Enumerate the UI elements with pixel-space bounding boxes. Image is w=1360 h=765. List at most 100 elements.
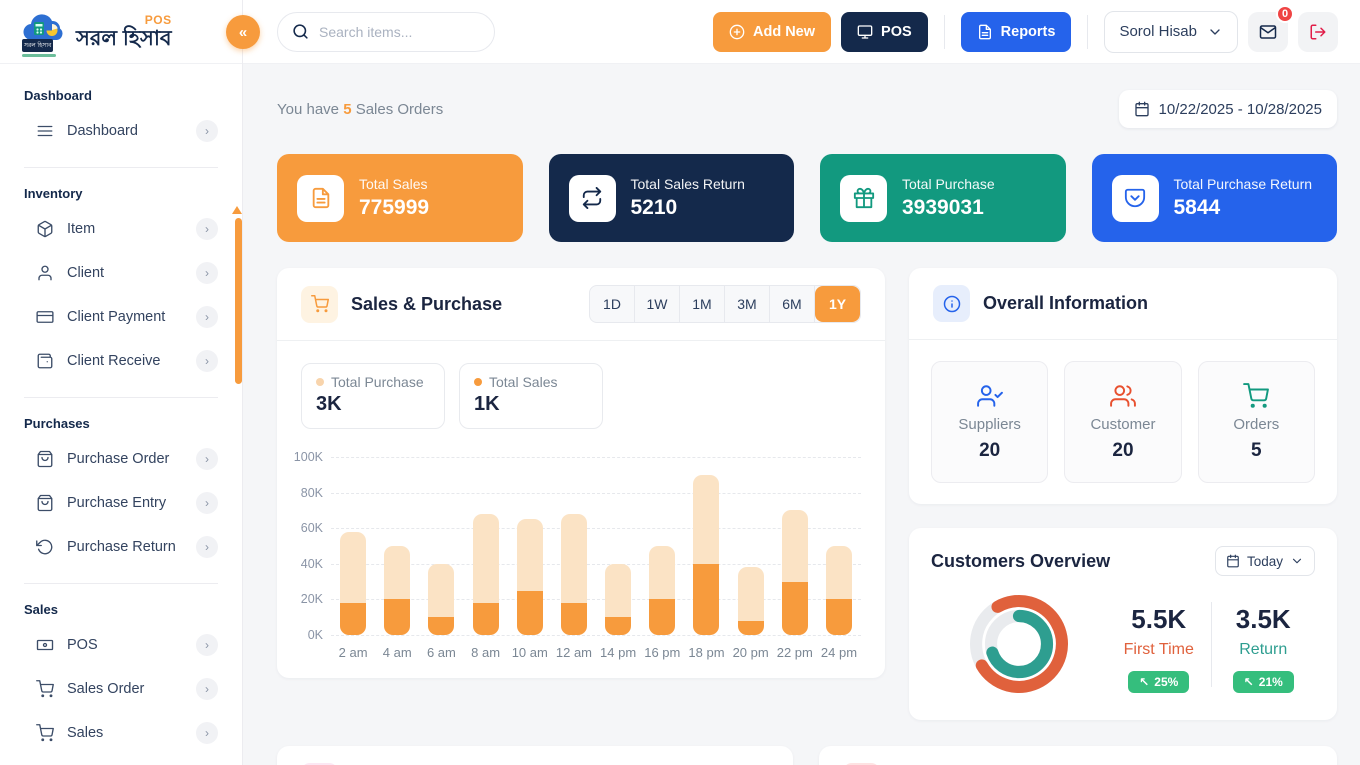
sidebar-item-item[interactable]: Item› <box>24 207 218 251</box>
add-new-button[interactable]: Add New <box>713 12 831 52</box>
sidebar-item-client-payment[interactable]: Client Payment› <box>24 295 218 339</box>
stat-card-total-purchase-return[interactable]: Total Purchase Return5844 <box>1092 154 1338 242</box>
info-box-suppliers[interactable]: Suppliers20 <box>931 361 1048 483</box>
sidebar-item-label: POS <box>67 637 183 653</box>
sidebar-item-pos[interactable]: POS › <box>24 623 218 667</box>
sidebar-item-purchase-return[interactable]: Purchase Return› <box>24 525 218 569</box>
period-1m-button[interactable]: 1M <box>680 286 725 322</box>
bar-14-pm[interactable] <box>605 564 631 635</box>
users-icon <box>1110 383 1136 409</box>
info-box-orders[interactable]: Orders5 <box>1198 361 1315 483</box>
period-1d-button[interactable]: 1D <box>590 286 635 322</box>
sidebar-item-sales-delivery[interactable]: Sales Delivery› <box>24 755 218 765</box>
bar-12-am[interactable] <box>561 514 587 635</box>
repeat-icon <box>569 175 616 222</box>
reports-button[interactable]: Reports <box>961 12 1072 52</box>
info-box-customer[interactable]: Customer20 <box>1064 361 1181 483</box>
info-box-value: 20 <box>979 440 1000 462</box>
bar-24-pm[interactable] <box>826 546 852 635</box>
logout-icon <box>1309 23 1327 41</box>
chevron-right-icon: › <box>196 722 218 744</box>
user-check-icon <box>977 383 1003 409</box>
bar-slot <box>817 457 861 635</box>
sidebar-scrollbar[interactable] <box>235 218 242 384</box>
sales-segment <box>693 564 719 635</box>
period-3m-button[interactable]: 3M <box>725 286 770 322</box>
purchase-segment <box>428 564 454 617</box>
chevron-right-icon: › <box>196 678 218 700</box>
brand-pos-tag: POS <box>145 14 172 26</box>
purchase-segment <box>517 519 543 590</box>
file-text-icon <box>297 175 344 222</box>
sidebar-item-client[interactable]: Client› <box>24 251 218 295</box>
search-input[interactable] <box>319 24 469 40</box>
sales-segment <box>517 591 543 636</box>
trend-arrow-icon: ↖ <box>1139 675 1149 689</box>
purchase-segment <box>738 567 764 620</box>
x-tick-label: 12 am <box>552 645 596 660</box>
bar-20-pm[interactable] <box>738 567 764 635</box>
sidebar-section-title: Purchases <box>24 416 218 431</box>
bar-8-am[interactable] <box>473 514 499 635</box>
sales-purchase-chart: 0K20K40K60K80K100K 2 am4 am6 am8 am10 am… <box>277 437 885 678</box>
bar-4-am[interactable] <box>384 546 410 635</box>
report-file-icon <box>977 24 993 40</box>
stat-card-value: 3939031 <box>902 196 995 220</box>
period-1y-button[interactable]: 1Y <box>815 286 860 322</box>
sidebar-item-purchase-order[interactable]: Purchase Order› <box>24 437 218 481</box>
search-box[interactable] <box>277 12 495 52</box>
bar-6-am[interactable] <box>428 564 454 635</box>
date-range-picker[interactable]: 10/22/2025 - 10/28/2025 <box>1119 90 1337 128</box>
sidebar: সরল হিসাব POS সরল হিসাব DashboardDashboa… <box>0 0 243 765</box>
sidebar-scroll-up-arrow[interactable] <box>232 206 242 214</box>
legend-total-purchase: Total Purchase3K <box>301 363 445 429</box>
bar-slot <box>684 457 728 635</box>
purchase-segment <box>782 510 808 581</box>
brand-logo[interactable]: সরল হিসাব POS সরল হিসাব <box>0 0 242 64</box>
info-box-label: Orders <box>1233 416 1279 433</box>
sidebar-item-sales[interactable]: Sales› <box>24 711 218 755</box>
chevron-right-icon: › <box>196 634 218 656</box>
mail-badge: 0 <box>1276 5 1294 23</box>
bar-slot <box>773 457 817 635</box>
pos-button[interactable]: POS <box>841 12 928 52</box>
bar-16-pm[interactable] <box>649 546 675 635</box>
bar-slot <box>596 457 640 635</box>
bar-10-am[interactable] <box>517 519 543 635</box>
mail-button[interactable]: 0 <box>1248 12 1288 52</box>
sidebar-item-label: Purchase Entry <box>67 495 183 511</box>
return-change-badge: ↖ 21% <box>1233 671 1294 693</box>
customers-overview-filter[interactable]: Today <box>1215 546 1315 576</box>
bar-18-pm[interactable] <box>693 475 719 635</box>
sidebar-item-dashboard[interactable]: Dashboard› <box>24 109 218 153</box>
bar-slot <box>729 457 773 635</box>
logout-button[interactable] <box>1298 12 1338 52</box>
x-tick-label: 16 pm <box>640 645 684 660</box>
sidebar-item-sales-order[interactable]: Sales Order› <box>24 667 218 711</box>
period-1w-button[interactable]: 1W <box>635 286 680 322</box>
sidebar-item-client-receive[interactable]: Client Receive› <box>24 339 218 383</box>
topbar: « Add New POS Reports Sorol Hisab <box>243 0 1360 64</box>
legend-label: Total Sales <box>489 374 557 390</box>
stat-card-total-purchase[interactable]: Total Purchase3939031 <box>820 154 1066 242</box>
gift-icon <box>840 175 887 222</box>
customers-overview-title: Customers Overview <box>931 551 1110 572</box>
sales-segment <box>738 621 764 635</box>
legend-dot <box>316 378 324 386</box>
stat-card-total-sales[interactable]: Total Sales775999 <box>277 154 523 242</box>
low-stock-products-panel: Low Stock Products <box>819 746 1337 765</box>
y-tick-label: 40K <box>301 557 323 571</box>
rotate-ccw-icon <box>36 538 54 556</box>
legend-total-sales: Total Sales1K <box>459 363 603 429</box>
sidebar-item-purchase-entry[interactable]: Purchase Entry› <box>24 481 218 525</box>
sidebar-collapse-button[interactable]: « <box>226 15 260 49</box>
bar-22-pm[interactable] <box>782 510 808 635</box>
period-6m-button[interactable]: 6M <box>770 286 815 322</box>
divider <box>24 167 218 168</box>
bar-2-am[interactable] <box>340 532 366 635</box>
stat-card-total-sales-return[interactable]: Total Sales Return5210 <box>549 154 795 242</box>
banknote-icon <box>36 636 54 654</box>
profile-dropdown[interactable]: Sorol Hisab <box>1104 11 1238 53</box>
return-stat: 3.5K Return ↖ 21% <box>1212 596 1316 693</box>
sidebar-section-title: Inventory <box>24 186 218 201</box>
